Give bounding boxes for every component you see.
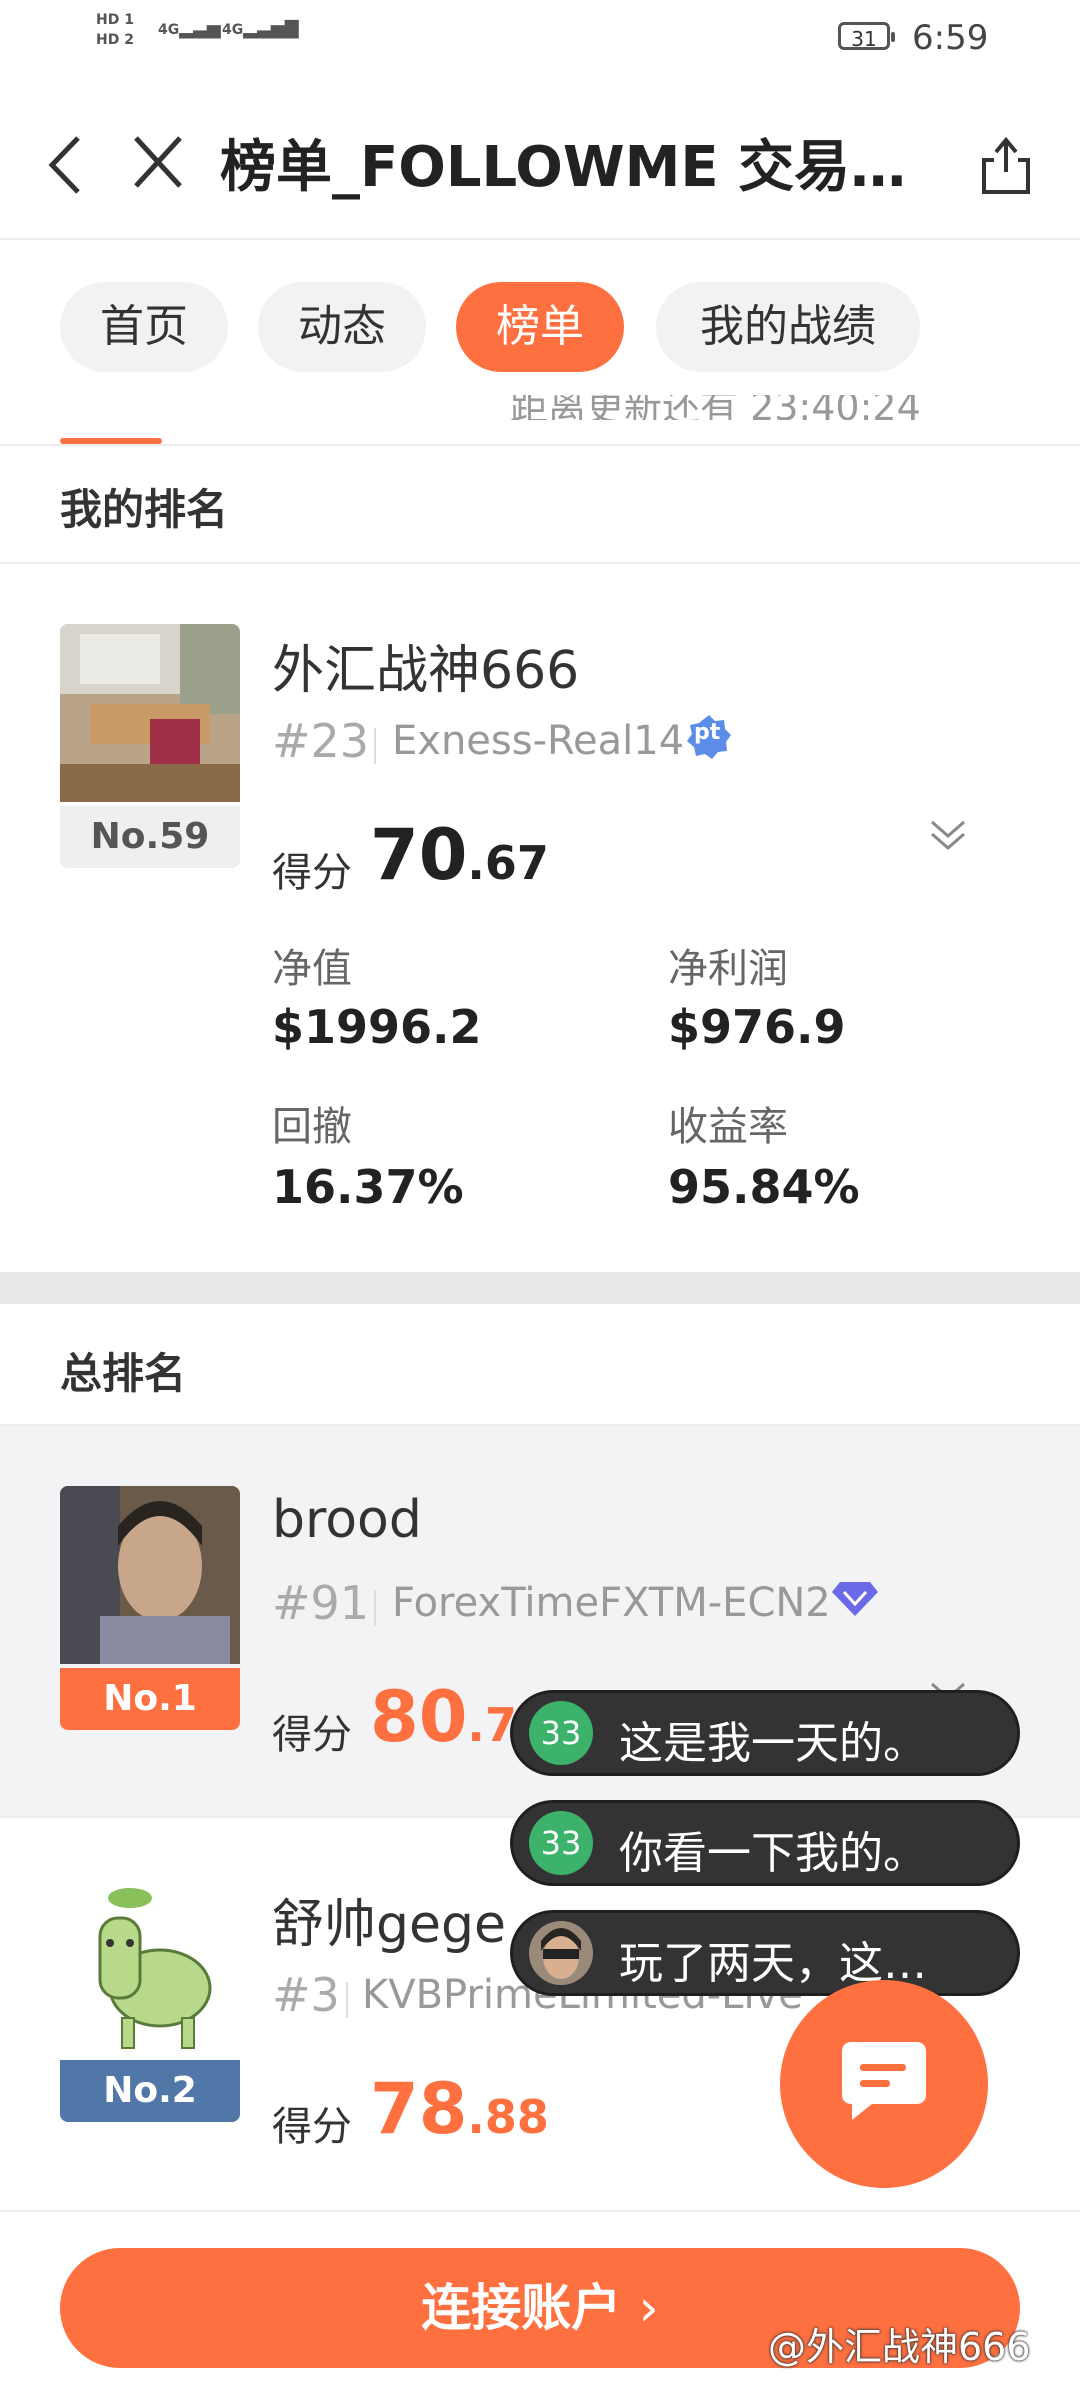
my-rank-title: 我的排名 [60, 485, 229, 534]
stat-label-equity: 净值 [272, 946, 352, 992]
pt-badge-icon: pt [686, 714, 732, 760]
stat-label-drawdown: 回撤 [272, 1104, 352, 1150]
page-title: 榜单_FOLLOWME 交易… [220, 135, 907, 200]
signal-icon-2: 4G▂▃▅▇ [222, 18, 299, 39]
avatar-photo [60, 1486, 240, 1664]
chat-message: 这是我一天的。 [619, 1718, 927, 1769]
separator [374, 728, 376, 764]
sim1-label: HD 1 [96, 12, 134, 28]
stat-value-drawdown: 16.37% [272, 1160, 464, 1214]
account-number: #23 [272, 714, 370, 768]
separator [346, 1982, 348, 2018]
pt-badge-text: pt [694, 720, 721, 745]
account-number: #3 [272, 1968, 340, 2022]
stat-value-equity: $1996.2 [272, 1000, 482, 1054]
score-decimal: .67 [467, 836, 549, 890]
score-integer: 80 [370, 1676, 468, 1758]
chat-message: 你看一下我的。 [619, 1828, 927, 1879]
rank-label: No.59 [60, 806, 240, 868]
score-label: 得分 [272, 850, 352, 896]
score-decimal: .88 [467, 2090, 549, 2144]
share-icon[interactable] [976, 130, 1036, 200]
chat-bubble[interactable]: 玩了两天，这… [510, 1910, 1020, 1996]
divider [0, 444, 1080, 446]
battery-level: 31 [851, 27, 877, 51]
avatar-photo [60, 1878, 240, 2056]
score: 70.67 [370, 814, 549, 896]
rank2-avatar[interactable]: No.2 [60, 1878, 240, 2122]
user-name: 外汇战神666 [272, 641, 580, 701]
tab-leaderboard[interactable]: 榜单 [456, 282, 624, 372]
expand-chevron-icon[interactable] [928, 814, 968, 854]
rank-label: No.1 [60, 1668, 240, 1730]
chat-avatar [529, 1921, 593, 1985]
tab-my-record[interactable]: 我的战绩 [656, 282, 920, 372]
divider [0, 562, 1080, 564]
stat-value-return: 95.84% [668, 1160, 860, 1214]
my-avatar[interactable]: No.59 [60, 624, 240, 868]
sim-indicators: HD 1 HD 2 [96, 10, 134, 50]
watermark: @外汇战神666 [768, 2325, 1031, 2369]
score-integer: 70 [370, 814, 468, 896]
chat-icon [842, 2042, 926, 2120]
unread-badge: 33 [529, 1701, 593, 1765]
server-name: Exness-Real14 [392, 718, 685, 764]
score-label: 得分 [272, 2104, 352, 2150]
sim2-label: HD 2 [96, 32, 134, 48]
total-rank-title: 总排名 [60, 1349, 187, 1398]
clock: 6:59 [912, 18, 989, 58]
score: 78.88 [370, 2068, 549, 2150]
chat-fab-button[interactable] [780, 1980, 988, 2188]
divider [0, 2210, 1080, 2212]
section-separator [0, 1272, 1080, 1304]
back-icon[interactable] [40, 130, 90, 200]
chat-bubble[interactable]: 33 你看一下我的。 [510, 1800, 1020, 1886]
user-name: brood [272, 1490, 422, 1550]
stat-label-profit: 净利润 [668, 946, 788, 992]
network-type-label: 4G [158, 22, 180, 38]
network-type-label-2: 4G [222, 22, 244, 38]
diamond-badge-icon [830, 1572, 880, 1622]
stat-value-profit: $976.9 [668, 1000, 846, 1054]
app-header: 榜单_FOLLOWME 交易… [0, 90, 1080, 240]
avatar-photo [60, 624, 240, 802]
status-bar: HD 1 HD 2 4G▂▃▅ 4G▂▃▅▇ 31 6:59 [0, 0, 1080, 80]
score-integer: 78 [370, 2068, 468, 2150]
close-icon[interactable] [128, 128, 188, 198]
battery-icon: 31 [838, 22, 895, 51]
tab-activity[interactable]: 动态 [258, 282, 426, 372]
signal-icon: 4G▂▃▅ [158, 18, 221, 39]
connect-account-label: 连接账户 [421, 2279, 622, 2337]
chevron-right-icon: › [638, 2279, 659, 2337]
scroll-mask [0, 420, 1080, 444]
tab-bar: 首页 动态 榜单 我的战绩 [0, 282, 1080, 372]
chat-message: 玩了两天，这… [619, 1938, 927, 1989]
account-number: #91 [272, 1576, 370, 1630]
stat-label-return: 收益率 [668, 1104, 788, 1150]
tab-home[interactable]: 首页 [60, 282, 228, 372]
user-name: 舒帅gege [272, 1895, 507, 1955]
score-label: 得分 [272, 1712, 352, 1758]
unread-badge: 33 [529, 1811, 593, 1875]
rank1-avatar[interactable]: No.1 [60, 1486, 240, 1730]
rank-label: No.2 [60, 2060, 240, 2122]
separator [374, 1590, 376, 1626]
server-name: ForexTimeFXTM-ECN2 [392, 1580, 831, 1626]
chat-bubble[interactable]: 33 这是我一天的。 [510, 1690, 1020, 1776]
